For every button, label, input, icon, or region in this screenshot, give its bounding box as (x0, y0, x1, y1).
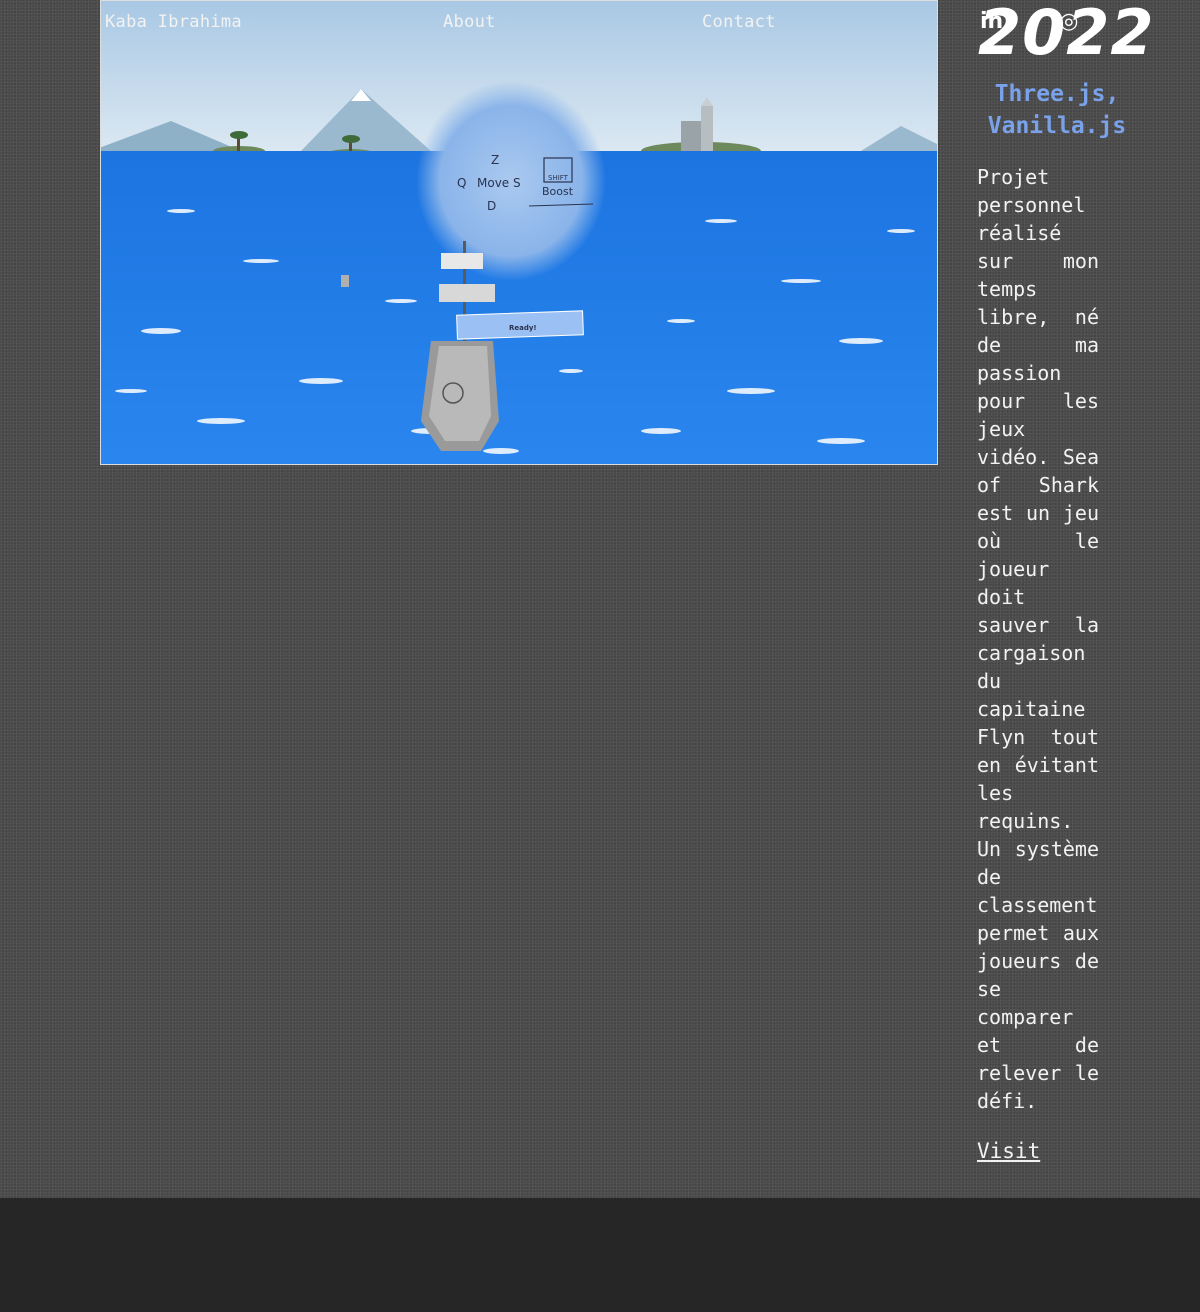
nav-home-name[interactable]: Kaba Ibrahima (105, 12, 242, 32)
key-up-label: Z (491, 153, 499, 167)
key-down-label: D (487, 199, 496, 213)
ready-label: Ready! (509, 324, 537, 332)
instagram-icon[interactable]: ◎ (1059, 9, 1078, 34)
shift-key-label: SHIFT (548, 174, 569, 182)
nav-contact-link[interactable]: Contact (702, 12, 776, 32)
key-right-label: S (513, 176, 521, 190)
project-description: Projet personnel réalisé sur mon temps l… (977, 165, 1099, 1113)
visit-link[interactable]: Visit (977, 1139, 1040, 1163)
project-tech-stack: Three.js, Vanilla.js (987, 81, 1127, 139)
project-preview-image[interactable]: Z Q Move S D SHIFT Boost Ready! (100, 0, 938, 465)
social-links: in ◎ (980, 9, 1078, 34)
footer-band (0, 1198, 1200, 1312)
ready-button[interactable]: Ready! (456, 310, 584, 340)
boost-label: Boost (542, 185, 574, 198)
nav-about-link[interactable]: About (443, 12, 496, 32)
move-label: Move (477, 176, 509, 190)
hud-cloud (416, 81, 606, 281)
key-left-label: Q (457, 176, 466, 190)
linkedin-icon[interactable]: in (980, 9, 1003, 34)
